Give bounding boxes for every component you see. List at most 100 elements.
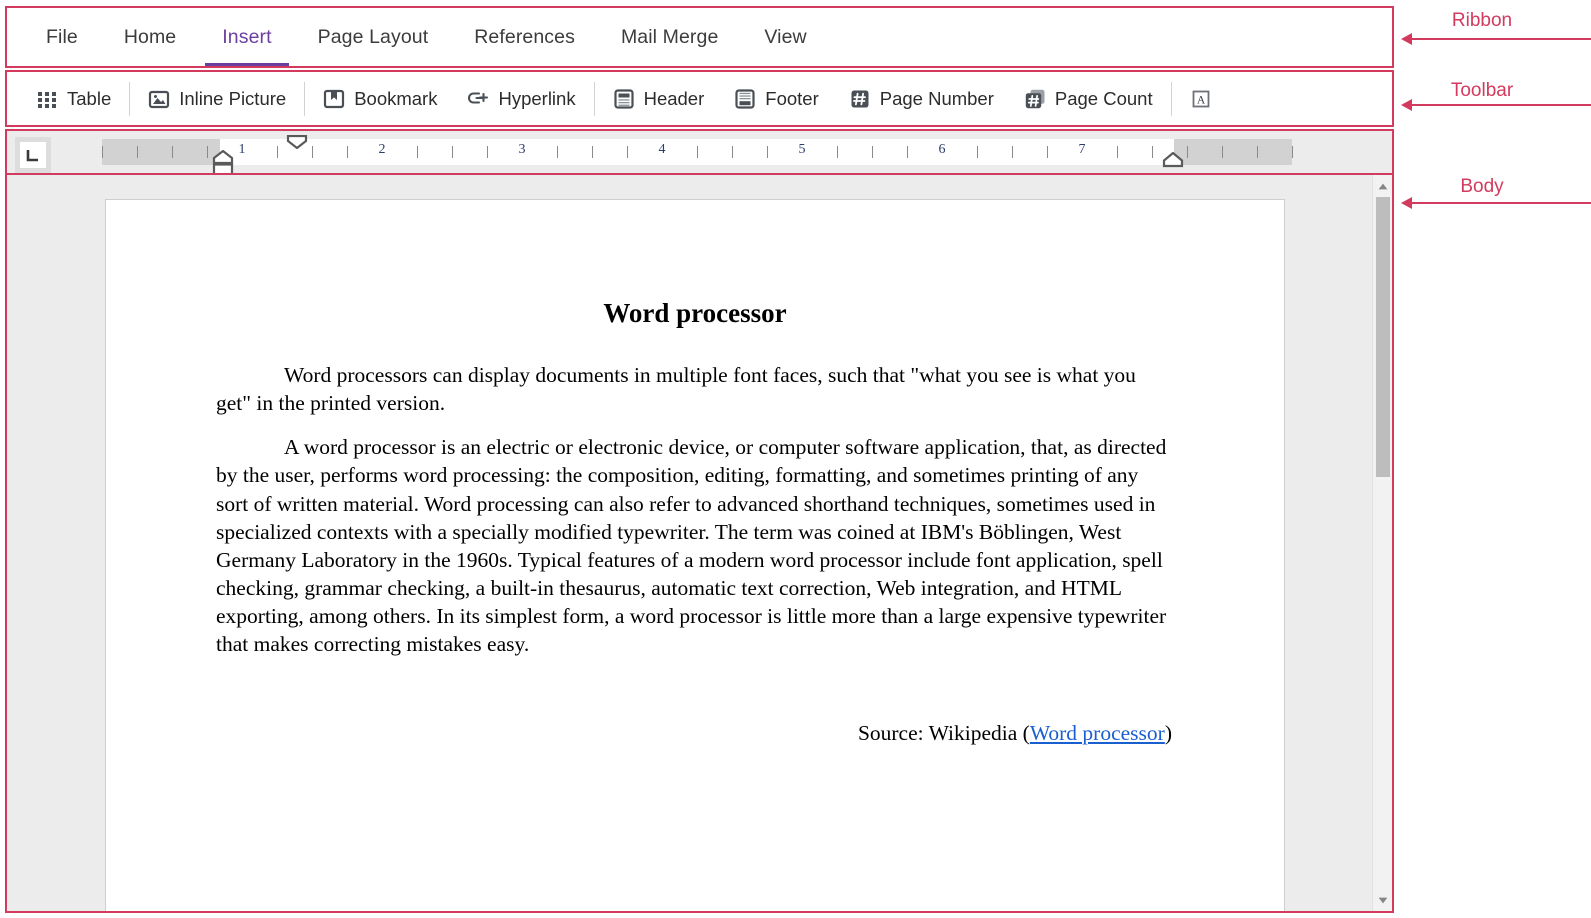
ruler-tick [592,146,593,158]
ruler-left-margin [102,139,220,165]
ruler-number: 4 [658,142,666,157]
tab-file[interactable]: File [23,8,101,66]
toolbar-button-text-box[interactable]: A [1175,79,1236,119]
ruler-tick [1257,146,1258,158]
tab-page-layout-label: Page Layout [317,25,429,48]
tab-references-label: References [474,25,575,48]
ruler-tick [1152,146,1153,158]
toolbar-button-page-number[interactable]: Page Number [834,79,1009,119]
ruler-number: 6 [938,142,946,157]
vertical-scrollbar[interactable] [1372,175,1392,911]
tab-home-label: Home [123,25,177,48]
toolbar-button-table[interactable]: Table [21,79,126,119]
horizontal-ruler[interactable]: 1 2 3 4 5 6 7 [102,139,1293,165]
page-number-icon [849,88,871,110]
scroll-up-arrow-icon[interactable] [1373,177,1392,195]
toolbar-button-page-count[interactable]: Page Count [1009,79,1168,119]
first-line-indent-marker[interactable] [286,134,308,154]
left-indent-marker[interactable] [212,149,234,175]
annotation-ribbon-arrow [1411,38,1591,40]
tab-file-label: File [46,25,78,48]
ruler-tick [312,146,313,158]
document-title: Word processor [603,298,787,328]
page-content: Word processor Word processors can displ… [106,298,1284,747]
toolbar-label-page-number: Page Number [879,87,994,109]
tab-insert[interactable]: Insert [199,8,294,66]
toolbar-button-inline-picture[interactable]: Inline Picture [133,79,301,119]
ruler-tick [1012,146,1013,158]
toolbar-separator [1170,81,1172,116]
annotation-body-label: Body [1460,176,1504,197]
toolbar-label-header: Header [643,87,705,109]
ruler-tick [277,146,278,158]
ruler-number: 5 [798,142,806,157]
ruler-tick [137,146,138,158]
tab-mail-merge[interactable]: Mail Merge [598,8,741,66]
tab-mail-merge-label: Mail Merge [620,25,719,48]
header-icon [613,88,635,110]
ruler-tick [487,146,488,158]
ruler-tick [207,146,208,158]
right-indent-marker[interactable] [1162,151,1184,173]
tab-home[interactable]: Home [101,8,199,66]
ruler-tick [557,146,558,158]
document-paragraph: Word processors can display documents in… [216,363,1136,416]
ruler-tick [697,146,698,158]
toolbar-button-header[interactable]: Header [598,79,720,119]
toolbar-separator [129,81,131,116]
annotation-body-arrow [1411,202,1591,204]
hyperlink-icon [467,88,489,110]
ruler-tick [872,146,873,158]
bookmark-icon [323,88,345,110]
ruler-tick [732,146,733,158]
document-body: Word processor Word processors can displ… [5,173,1394,913]
tab-view[interactable]: View [741,8,829,66]
ruler-tick [172,146,173,158]
ribbon-tab-list: File Home Insert Page Layout References … [7,8,830,66]
source-hyperlink[interactable]: Word processor [1030,721,1165,745]
source-prefix: Source: Wikipedia ( [857,720,1030,745]
ruler-tick [837,146,838,158]
ruler-tick [1047,146,1048,158]
table-icon [36,88,58,110]
ruler-tick [767,146,768,158]
toolbar-label-footer: Footer [765,87,819,109]
text-box-icon: A [1190,88,1212,110]
inline-picture-icon [148,88,170,110]
ruler-tick [417,146,418,158]
ruler-tick [907,146,908,158]
toolbar-button-footer[interactable]: Footer [719,79,833,119]
toolbar-button-hyperlink[interactable]: Hyperlink [452,79,590,119]
ruler-number: 3 [518,142,526,157]
source-suffix: ) [1164,720,1172,745]
annotation-body-arrowhead [1401,197,1412,209]
annotation-toolbar-label: Toolbar [1450,80,1514,101]
editor-region: File Home Insert Page Layout References … [0,0,1399,918]
ruler-tick [347,146,348,158]
ruler-number: 2 [378,142,386,157]
scrollbar-thumb[interactable] [1376,197,1390,477]
scroll-down-arrow-icon[interactable] [1373,891,1392,909]
ruler-tick [977,146,978,158]
tab-view-label: View [764,25,807,48]
annotation-toolbar-arrow [1411,104,1591,106]
word-processor-app: File Home Insert Page Layout References … [0,0,1591,918]
annotation-ribbon-label: Ribbon [1451,10,1513,31]
toolbar: Table Inline Picture Bookmark Hyperlink … [5,70,1394,127]
tab-insert-label: Insert [222,25,272,48]
toolbar-label-page-count: Page Count [1054,87,1153,109]
tab-stop-selector-button[interactable] [15,137,51,173]
document-page[interactable]: Word processor Word processors can displ… [105,199,1285,911]
left-tab-icon [20,142,46,168]
tab-references[interactable]: References [451,8,598,66]
ruler-tick [627,146,628,158]
ruler-tick [452,146,453,158]
toolbar-label-bookmark: Bookmark [354,87,438,109]
ruler-number: 1 [238,142,246,157]
tab-page-layout[interactable]: Page Layout [295,8,452,66]
ruler-tick [1292,146,1293,158]
toolbar-label-hyperlink: Hyperlink [498,87,576,109]
toolbar-label-table: Table [67,87,112,109]
toolbar-button-bookmark[interactable]: Bookmark [308,79,452,119]
ruler-number: 7 [1078,142,1086,157]
